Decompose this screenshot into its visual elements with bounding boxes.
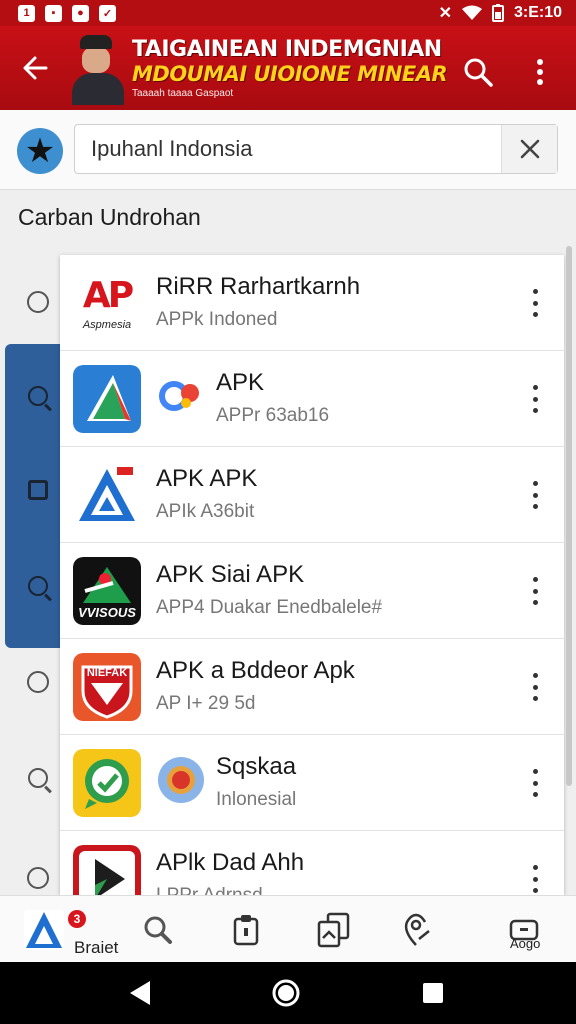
list-item[interactable]: APK APK APIk A36bit bbox=[60, 447, 564, 543]
system-recents-icon[interactable] bbox=[422, 982, 444, 1004]
app-name: APK Siai APK bbox=[156, 561, 305, 588]
app-name: APK APK bbox=[156, 465, 258, 492]
radio-button[interactable] bbox=[26, 670, 50, 694]
nav-location[interactable] bbox=[386, 904, 446, 956]
app-name: APlk Dad Ahh bbox=[156, 849, 305, 876]
radio-button[interactable] bbox=[26, 866, 50, 890]
app-name: RiRR Rarhartkarnh bbox=[156, 273, 361, 300]
app-bar: TAIGAINEAN INDEMGNIAN MDOUMAI UIOIONE MI… bbox=[0, 26, 576, 110]
nav-clipboard[interactable] bbox=[216, 904, 276, 956]
list-item[interactable]: Sqskaa Inlonesial bbox=[60, 735, 564, 831]
system-back-icon[interactable] bbox=[128, 980, 152, 1006]
clipboard-icon bbox=[233, 915, 259, 946]
nav-documents[interactable] bbox=[304, 904, 364, 956]
nav-home-label: Braiet bbox=[74, 938, 119, 957]
app-list: AP Aspmesia RiRR Rarhartkarnh APPk Indon… bbox=[60, 255, 564, 895]
app-subtitle: APIk A36bit bbox=[156, 501, 255, 522]
app-name: Sqskaa bbox=[216, 753, 297, 780]
back-button[interactable] bbox=[0, 26, 70, 110]
bottom-navigation: 3 Braiet Aogo bbox=[0, 895, 576, 962]
list-item[interactable]: NIEFAK APK a Bddeor Apk AP I+ 29 5d bbox=[60, 639, 564, 735]
radio-button[interactable] bbox=[26, 290, 50, 314]
clear-search-button[interactable] bbox=[501, 125, 557, 173]
search-rail-icon[interactable] bbox=[26, 766, 50, 790]
search-rail-icon[interactable] bbox=[26, 574, 50, 598]
app-name: APK a Bddeor Apk bbox=[156, 657, 355, 684]
arrow-left-icon bbox=[23, 56, 48, 80]
list-item[interactable]: APlk Dad Ahh LPPr Adrnsd bbox=[60, 831, 564, 895]
section-title: Carban Undrohan bbox=[18, 204, 201, 230]
more-options-button[interactable] bbox=[528, 381, 542, 417]
app-subtitle: Inlonesial bbox=[216, 789, 297, 810]
ap-app-icon: AP Aspmesia bbox=[73, 269, 141, 337]
mute-icon: ✕ bbox=[438, 5, 452, 22]
search-icon bbox=[144, 916, 172, 944]
system-navigation-bar bbox=[0, 962, 576, 1024]
title-tagline: Taaaah taaaa Gaspaot bbox=[132, 88, 234, 99]
app-subtitle: APPr 63ab16 bbox=[216, 405, 330, 426]
notification-icon: ✓ bbox=[99, 4, 116, 22]
chat-app-icon bbox=[73, 749, 141, 817]
google-badge-icon bbox=[156, 371, 206, 421]
more-options-button[interactable] bbox=[528, 477, 542, 513]
status-bar: 1 ▪ ● ✓ ✕ 3:E:10 bbox=[0, 0, 576, 26]
video-app-icon bbox=[73, 845, 141, 895]
checkbox-icon[interactable] bbox=[26, 478, 50, 502]
more-options-button[interactable] bbox=[528, 285, 542, 321]
nav-search[interactable] bbox=[128, 904, 188, 956]
chrome-badge-icon bbox=[156, 755, 206, 805]
search-icon bbox=[464, 58, 493, 87]
star-logo-icon[interactable]: ★ bbox=[17, 128, 63, 174]
title-line-1: TAIGAINEAN INDEMGNIAN bbox=[132, 37, 442, 62]
search-field[interactable] bbox=[74, 124, 558, 174]
niefak-app-icon: NIEFAK bbox=[73, 653, 141, 721]
wifi-icon bbox=[461, 5, 482, 20]
title-line-2: MDOUMAI UIOIONE MINEAR bbox=[132, 62, 448, 86]
app-subtitle: APPk Indoned bbox=[156, 309, 278, 330]
visous-app-icon: VVISOUS bbox=[73, 557, 141, 625]
list-item[interactable]: AP Aspmesia RiRR Rarhartkarnh APPk Indon… bbox=[60, 255, 564, 351]
notification-icon: 1 bbox=[18, 4, 35, 22]
maps-app-icon bbox=[73, 365, 141, 433]
clock: 3:E:10 bbox=[513, 4, 562, 21]
search-rail-icon[interactable] bbox=[26, 384, 50, 408]
app-title: TAIGAINEAN INDEMGNIAN MDOUMAI UIOIONE MI… bbox=[132, 37, 452, 99]
close-icon bbox=[520, 139, 539, 159]
nav-apps-label: Aogo bbox=[510, 936, 541, 951]
more-options-button[interactable] bbox=[528, 765, 542, 801]
scrollbar[interactable] bbox=[566, 246, 572, 786]
officer-avatar bbox=[70, 31, 126, 105]
app-subtitle: AP I+ 29 5d bbox=[156, 693, 256, 714]
search-button[interactable] bbox=[458, 52, 498, 92]
list-item[interactable]: VVISOUS APK Siai APK APP4 Duakar Enedbal… bbox=[60, 543, 564, 639]
nav-home[interactable]: 3 bbox=[14, 904, 86, 956]
overflow-menu-button[interactable] bbox=[520, 52, 560, 92]
battery-icon bbox=[491, 4, 504, 22]
more-options-button[interactable] bbox=[528, 669, 542, 705]
more-options-button[interactable] bbox=[528, 573, 542, 609]
app-subtitle: APP4 Duakar Enedbalele# bbox=[156, 597, 383, 618]
search-bar-row: ★ bbox=[0, 110, 576, 190]
notification-icon: ● bbox=[72, 4, 89, 22]
notification-badge: 3 bbox=[68, 910, 86, 928]
search-input[interactable] bbox=[91, 125, 491, 173]
list-item[interactable]: APK APPr 63ab16 bbox=[60, 351, 564, 447]
apk-app-icon bbox=[73, 461, 141, 529]
system-home-icon[interactable] bbox=[272, 979, 300, 1007]
app-logo-icon bbox=[24, 910, 64, 950]
app-subtitle: LPPr Adrnsd bbox=[156, 885, 263, 895]
location-pin-icon bbox=[404, 913, 430, 946]
notification-icon: ▪ bbox=[45, 4, 62, 22]
more-vert-icon bbox=[537, 59, 543, 85]
more-options-button[interactable] bbox=[528, 861, 542, 895]
app-name: APK bbox=[216, 369, 265, 396]
documents-icon bbox=[317, 912, 350, 948]
